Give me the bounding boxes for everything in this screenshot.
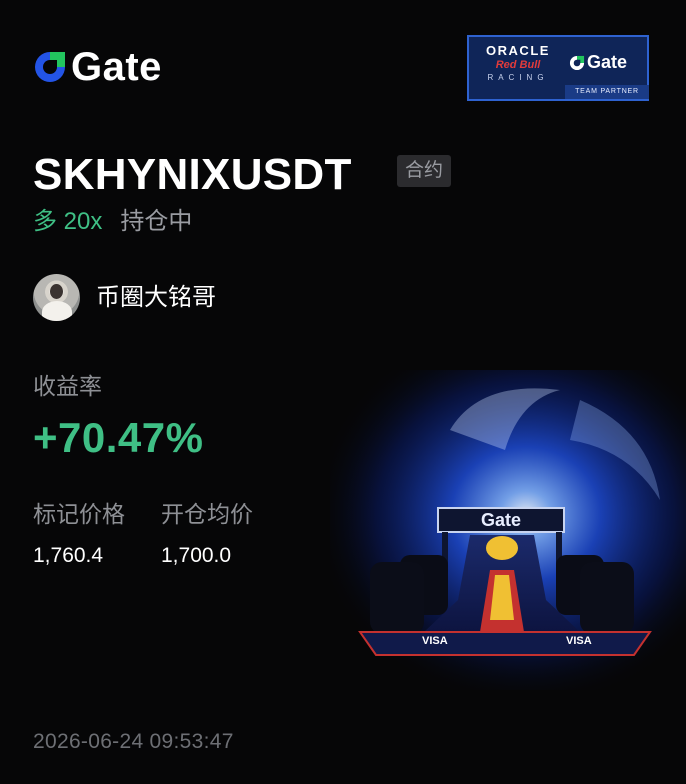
share-card: Gate ORACLE Red Bull RACING Gate TEAM PA…	[0, 0, 686, 784]
position-info: 多 20x 持仓中	[33, 206, 192, 238]
gate-logo: Gate	[33, 47, 162, 87]
contract-type-badge: 合约	[397, 155, 452, 187]
redbull-text: Red Bull	[495, 59, 541, 71]
mark-price-label: 标记价格	[33, 501, 125, 527]
oracle-text: ORACLE	[486, 43, 550, 58]
timestamp: 2026-06-24 09:53:47	[33, 730, 234, 753]
partner-gate-wordmark: Gate	[587, 52, 628, 72]
side-sponsor-text: VISA	[422, 635, 448, 647]
roi-label: 收益率	[33, 373, 102, 399]
mark-price-value: 1,760.4	[33, 544, 104, 567]
team-partner-badge: ORACLE Red Bull RACING Gate TEAM PARTNER	[467, 35, 649, 101]
front-right-wheel	[580, 562, 634, 634]
side-leverage: 多 20x	[33, 208, 103, 235]
front-left-wheel	[370, 562, 424, 634]
trader-name: 币圈大铭哥	[96, 284, 216, 311]
partner-gate-logo: Gate	[569, 52, 627, 73]
gate-logo-icon	[35, 52, 65, 82]
gate-logo-icon	[569, 55, 585, 70]
racing-text: RACING	[487, 73, 549, 82]
mark-price-block: 标记价格 1,760.4	[33, 500, 125, 569]
entry-price-label: 开仓均价	[161, 501, 253, 527]
gate-wordmark: Gate	[71, 45, 162, 89]
entry-price-block: 开仓均价 1,700.0	[161, 500, 253, 569]
f1-car-illustration: Gate VISA VISA	[330, 370, 686, 690]
team-partner-label: TEAM PARTNER	[565, 85, 649, 99]
trader-avatar	[33, 274, 80, 321]
front-wing	[358, 631, 652, 656]
entry-price-value: 1,700.0	[161, 544, 232, 567]
trading-pair-symbol: SKHYNIXUSDT	[33, 150, 352, 199]
side-sponsor-text: VISA	[566, 635, 592, 647]
rear-wing-text: Gate	[481, 510, 521, 530]
position-status: 持仓中	[120, 208, 193, 235]
roi-value: +70.47%	[33, 414, 204, 461]
